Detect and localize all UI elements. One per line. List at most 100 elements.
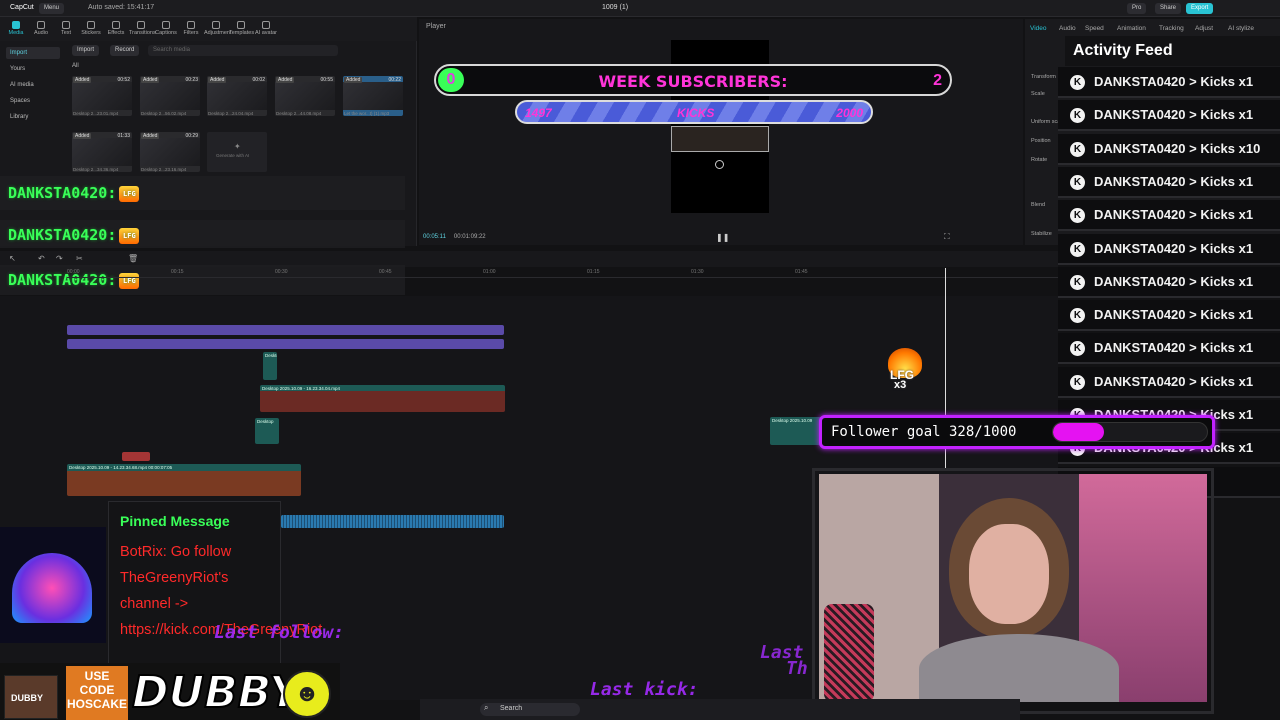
split-icon[interactable]: ✂ (76, 254, 83, 263)
sidebar-item-yours[interactable]: Yours (6, 63, 60, 75)
templates-icon (237, 21, 245, 29)
video-clip[interactable]: Desktop 2025.10.09 - 16.23.34.04.mp4 (260, 385, 505, 412)
media-thumbnail[interactable]: Added 00:29 Desktop 2...23.16.mp4 (140, 132, 200, 172)
kick-goal-label: KICKS (677, 106, 715, 120)
import-button[interactable]: Import (72, 45, 100, 56)
delete-icon[interactable]: 🗑 (128, 254, 138, 263)
fullscreen-icon[interactable]: ⛶ (944, 232, 950, 242)
media-thumbnail[interactable]: Added 00:23 Desktop 2...56.02.mp4 (140, 76, 200, 116)
video-clip[interactable]: Desktop 2025.10.09 (770, 417, 822, 445)
sidebar-item-import[interactable]: Import (6, 47, 60, 59)
overlay-name-1: DANKSTA0420: LFG (0, 176, 405, 210)
added-badge: Added (73, 77, 92, 83)
pro-button[interactable]: Pro (1127, 3, 1147, 14)
kick-goal-bar: 1497 KICKS 2000 (515, 100, 873, 124)
text-clip[interactable] (67, 325, 504, 335)
text-clip[interactable] (67, 339, 504, 349)
tool-label: AI avatar (254, 30, 277, 36)
inspector-tab-tracking[interactable]: Tracking (1159, 25, 1184, 32)
feed-item: K DANKSTA0420 > Kicks x1 (1058, 200, 1280, 232)
tool-transitions[interactable]: Transitions (129, 19, 156, 39)
inspector-tab-video[interactable]: Video (1030, 25, 1047, 32)
filename: Desktop 2...23.01.mp4 (73, 111, 119, 116)
project-title: 1009 (1) (602, 4, 629, 11)
last-text-2: Th (786, 658, 808, 679)
media-thumbnail[interactable]: Added 01:33 Desktop 2...34.36.mp4 (72, 132, 132, 172)
tool-text[interactable]: Text (54, 19, 78, 39)
sidebar-item-library[interactable]: Library (6, 111, 60, 123)
added-badge: Added (141, 77, 160, 83)
tool-label: Effects (107, 30, 125, 36)
share-button[interactable]: Share (1155, 3, 1182, 14)
ai-avatar-icon (262, 21, 270, 29)
kick-icon: K (1070, 174, 1085, 190)
thumbnail-image (140, 138, 200, 166)
redo-icon[interactable]: ↷ (56, 254, 63, 263)
tool-label: Templates (229, 30, 255, 36)
media-thumbnail[interactable]: Added 00:55 Desktop 2...44.08.mp4 (275, 76, 335, 116)
sub-goal-label: WEEK SUBSCRIBERS: (598, 72, 788, 91)
tool-label: Audio (33, 30, 49, 36)
timeline-ruler[interactable]: 00:00 00:15 00:30 00:45 01:00 01:15 01:30 01:45 (67, 268, 1058, 278)
select-icon[interactable]: ↖ (9, 254, 16, 263)
media-thumbnail[interactable]: Added 00:02 Desktop 2...24.04.mp4 (207, 76, 267, 116)
media-thumbnail[interactable]: Added 00:22 Let the wor...t) (1).mp3 (343, 76, 403, 116)
use-code-label: USE CODE (79, 669, 115, 697)
filename: Desktop 2...24.04.mp4 (208, 111, 254, 116)
generate-ai-tile[interactable]: ✦ Generate with AI (207, 132, 267, 172)
tool-stickers[interactable]: Stickers (79, 19, 103, 39)
tool-audio[interactable]: Audio (29, 19, 53, 39)
filter-all[interactable]: All (72, 63, 79, 69)
search-input[interactable]: Search media (148, 45, 338, 56)
filename: Desktop 2...44.08.mp4 (276, 111, 322, 116)
media-thumbnail[interactable]: Added 00:52 Desktop 2...23.01.mp4 (72, 76, 132, 116)
sidebar-item-ai-media[interactable]: AI media (6, 79, 60, 91)
kick-icon: K (1070, 108, 1085, 124)
activity-feed-title: Activity Feed (1065, 36, 1280, 66)
inspector-tab-audio[interactable]: Audio (1059, 25, 1076, 32)
audio-clip[interactable] (122, 452, 150, 461)
ruler-tick: 00:30 (275, 269, 288, 275)
follower-goal: Follower goal 328/1000 (819, 415, 1215, 449)
tool-adjustment[interactable]: Adjustment (204, 19, 232, 39)
tool-label: Transitions (129, 30, 156, 36)
tool-media[interactable]: Media (4, 19, 28, 39)
ruler-tick: 01:30 (691, 269, 704, 275)
audio-waveform-clip[interactable] (281, 515, 504, 528)
feed-item: K DANKSTA0420 > Kicks x1 (1058, 166, 1280, 198)
video-clip[interactable]: Desktop (263, 352, 277, 380)
pause-icon[interactable]: ❚❚ (716, 233, 729, 242)
tool-captions[interactable]: Captions (154, 19, 178, 39)
player-title: Player (426, 23, 446, 30)
toolbar: Media Audio Text Stickers Effects Transitions… (0, 17, 417, 41)
record-button[interactable]: Record (110, 45, 140, 56)
export-button[interactable]: Export (1186, 3, 1214, 14)
inspector-tab-speed[interactable]: Speed (1085, 25, 1104, 32)
app-logo: CapCut (10, 4, 34, 11)
tool-effects[interactable]: Effects (104, 19, 128, 39)
sub-goal-bar: 0 WEEK SUBSCRIBERS: 2 (434, 64, 952, 96)
feed-item: K DANKSTA0420 > Kicks x1 (1058, 300, 1280, 332)
video-clip[interactable]: Desktop (255, 418, 279, 444)
tool-templates[interactable]: Templates (229, 19, 255, 39)
tool-ai-avatar[interactable]: AI avatar (254, 19, 278, 39)
anchor-icon[interactable] (715, 160, 724, 169)
undo-icon[interactable]: ↶ (38, 254, 45, 263)
pinned-title: Pinned Message (120, 513, 230, 529)
feed-item: K DANKSTA0420 > Kicks x1 (1058, 100, 1280, 132)
audio-icon (37, 21, 45, 29)
menu-button[interactable]: Menu (39, 3, 65, 14)
media-panel: Import Yours AI media Spaces Library Imp… (0, 41, 417, 246)
flame-badge: LFG x3 (884, 348, 926, 394)
taskbar-search[interactable]: Search (480, 703, 580, 716)
inspector-tab-animation[interactable]: Animation (1117, 25, 1146, 32)
sidebar-item-spaces[interactable]: Spaces (6, 95, 60, 107)
transitions-icon (137, 21, 145, 29)
inspector-tab-ai-stylize[interactable]: AI stylize (1228, 25, 1254, 32)
kick-goal-left: 1497 (525, 106, 552, 120)
inspector-tab-adjust[interactable]: Adjust (1195, 25, 1213, 32)
tool-filters[interactable]: Filters (179, 19, 203, 39)
feed-item-text: DANKSTA0420 > Kicks x1 (1094, 74, 1254, 89)
video-clip[interactable]: Desktop 2025.10.09 - 14.23.34.68.mp4 00:… (67, 464, 301, 496)
kick-icon: K (1070, 208, 1085, 224)
